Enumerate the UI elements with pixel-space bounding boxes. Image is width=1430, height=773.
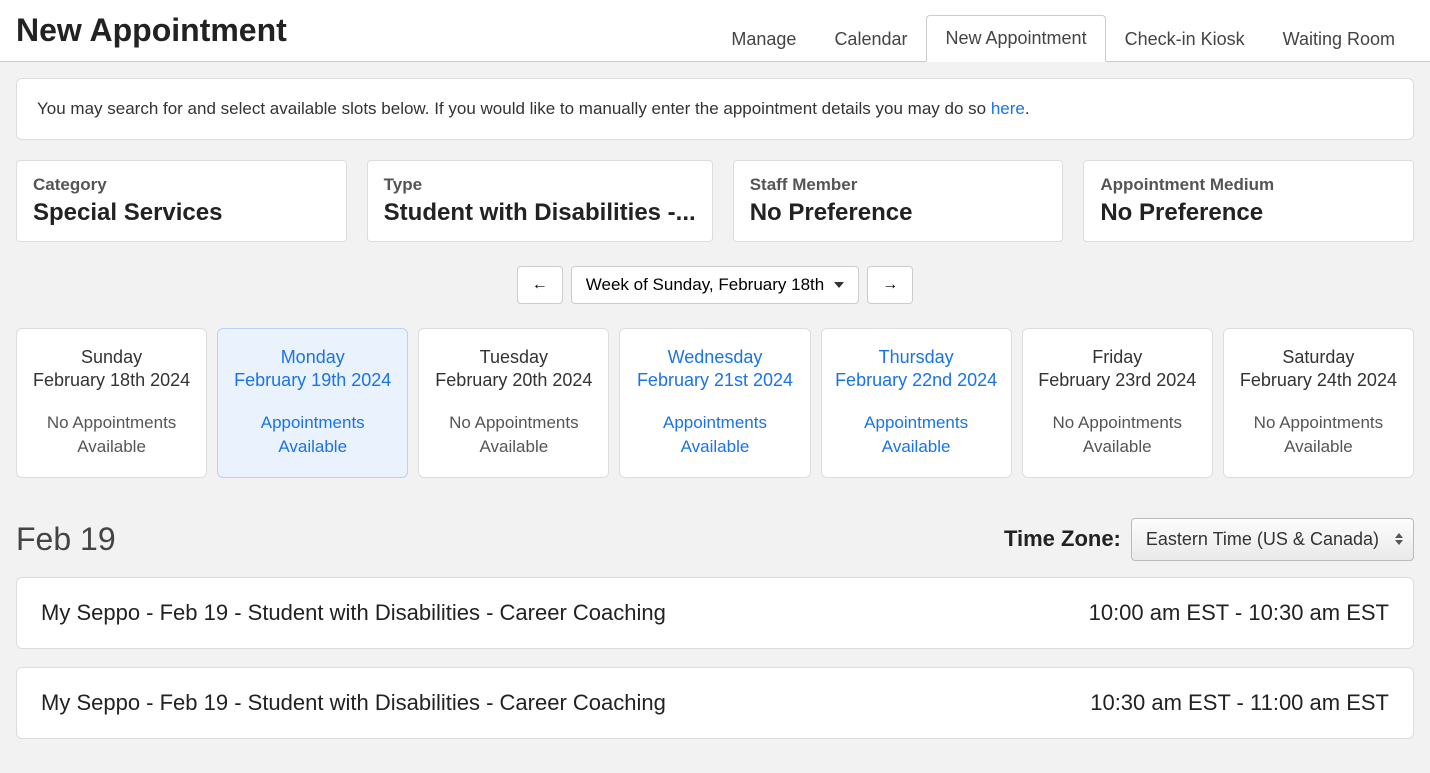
slot-header: Feb 19 Time Zone: Eastern Time (US & Can… xyxy=(16,518,1414,561)
week-selector-button[interactable]: Week of Sunday, February 18th xyxy=(571,266,859,304)
slot-time: 10:30 am EST - 11:00 am EST xyxy=(1090,690,1389,716)
filter-label: Appointment Medium xyxy=(1100,175,1397,195)
day-card-wed[interactable]: WednesdayFebruary 21st 2024 Appointments … xyxy=(619,328,810,478)
tab-manage[interactable]: Manage xyxy=(712,16,815,62)
filter-value: No Preference xyxy=(1100,199,1397,227)
manual-entry-link[interactable]: here xyxy=(991,99,1025,118)
week-navigation: ← Week of Sunday, February 18th → xyxy=(16,266,1414,304)
arrow-left-icon: ← xyxy=(532,276,548,294)
next-week-button[interactable]: → xyxy=(867,266,913,304)
filter-label: Category xyxy=(33,175,330,195)
content-area: You may search for and select available … xyxy=(0,62,1430,773)
filter-staff[interactable]: Staff Member No Preference xyxy=(733,160,1064,242)
day-status: Appointments Available xyxy=(830,411,1003,459)
day-date: February 22nd 2024 xyxy=(830,370,1003,391)
day-status: Appointments Available xyxy=(226,411,399,459)
info-banner: You may search for and select available … xyxy=(16,78,1414,140)
info-text: You may search for and select available … xyxy=(37,99,991,118)
tab-checkin-kiosk[interactable]: Check-in Kiosk xyxy=(1106,16,1264,62)
appointment-slot[interactable]: My Seppo - Feb 19 - Student with Disabil… xyxy=(16,667,1414,739)
day-card-mon[interactable]: MondayFebruary 19th 2024 Appointments Ava… xyxy=(217,328,408,478)
filter-label: Staff Member xyxy=(750,175,1047,195)
day-date: February 21st 2024 xyxy=(628,370,801,391)
info-text-after: . xyxy=(1025,99,1030,118)
day-name: Saturday xyxy=(1232,347,1405,368)
slot-title: My Seppo - Feb 19 - Student with Disabil… xyxy=(41,690,666,716)
tab-new-appointment[interactable]: New Appointment xyxy=(926,15,1105,62)
tab-calendar[interactable]: Calendar xyxy=(815,16,926,62)
filter-value: Student with Disabilities -... xyxy=(384,199,696,227)
day-name: Wednesday xyxy=(628,347,801,368)
day-status: No Appointments Available xyxy=(1031,411,1204,459)
day-name: Sunday xyxy=(25,347,198,368)
appointment-slot[interactable]: My Seppo - Feb 19 - Student with Disabil… xyxy=(16,577,1414,649)
day-name: Monday xyxy=(226,347,399,368)
tab-list: ManageCalendarNew AppointmentCheck-in Ki… xyxy=(712,15,1414,61)
timezone-row: Time Zone: Eastern Time (US & Canada) xyxy=(1004,518,1414,561)
page-title: New Appointment xyxy=(16,12,287,61)
days-row: SundayFebruary 18th 2024 No Appointments … xyxy=(16,328,1414,478)
day-status: No Appointments Available xyxy=(427,411,600,459)
day-status: No Appointments Available xyxy=(1232,411,1405,459)
day-card-fri[interactable]: FridayFebruary 23rd 2024 No Appointments … xyxy=(1022,328,1213,478)
day-date: February 23rd 2024 xyxy=(1031,370,1204,391)
select-stepper-icon xyxy=(1395,533,1403,545)
top-bar: New Appointment ManageCalendarNew Appoin… xyxy=(0,0,1430,62)
day-date: February 19th 2024 xyxy=(226,370,399,391)
day-card-tue[interactable]: TuesdayFebruary 20th 2024 No Appointments… xyxy=(418,328,609,478)
filter-medium[interactable]: Appointment Medium No Preference xyxy=(1083,160,1414,242)
day-status: No Appointments Available xyxy=(25,411,198,459)
slot-title: My Seppo - Feb 19 - Student with Disabil… xyxy=(41,600,666,626)
arrow-right-icon: → xyxy=(882,276,898,294)
filter-value: No Preference xyxy=(750,199,1047,227)
slot-time: 10:00 am EST - 10:30 am EST xyxy=(1089,600,1389,626)
filter-type[interactable]: Type Student with Disabilities -... xyxy=(367,160,713,242)
filter-row: Category Special Services Type Student w… xyxy=(16,160,1414,242)
day-status: Appointments Available xyxy=(628,411,801,459)
day-name: Thursday xyxy=(830,347,1003,368)
timezone-value: Eastern Time (US & Canada) xyxy=(1146,529,1379,549)
day-card-sat[interactable]: SaturdayFebruary 24th 2024 No Appointment… xyxy=(1223,328,1414,478)
timezone-label: Time Zone: xyxy=(1004,526,1121,552)
slot-list: My Seppo - Feb 19 - Student with Disabil… xyxy=(16,577,1414,739)
filter-category[interactable]: Category Special Services xyxy=(16,160,347,242)
filter-label: Type xyxy=(384,175,696,195)
prev-week-button[interactable]: ← xyxy=(517,266,563,304)
caret-down-icon xyxy=(834,282,844,288)
day-date: February 20th 2024 xyxy=(427,370,600,391)
day-name: Tuesday xyxy=(427,347,600,368)
timezone-select[interactable]: Eastern Time (US & Canada) xyxy=(1131,518,1414,561)
day-name: Friday xyxy=(1031,347,1204,368)
tab-waiting-room[interactable]: Waiting Room xyxy=(1264,16,1414,62)
day-card-sun[interactable]: SundayFebruary 18th 2024 No Appointments … xyxy=(16,328,207,478)
day-card-thu[interactable]: ThursdayFebruary 22nd 2024 Appointments A… xyxy=(821,328,1012,478)
day-date: February 18th 2024 xyxy=(25,370,198,391)
day-date: February 24th 2024 xyxy=(1232,370,1405,391)
selected-date-heading: Feb 19 xyxy=(16,521,116,558)
week-label: Week of Sunday, February 18th xyxy=(586,275,824,295)
filter-value: Special Services xyxy=(33,199,330,227)
